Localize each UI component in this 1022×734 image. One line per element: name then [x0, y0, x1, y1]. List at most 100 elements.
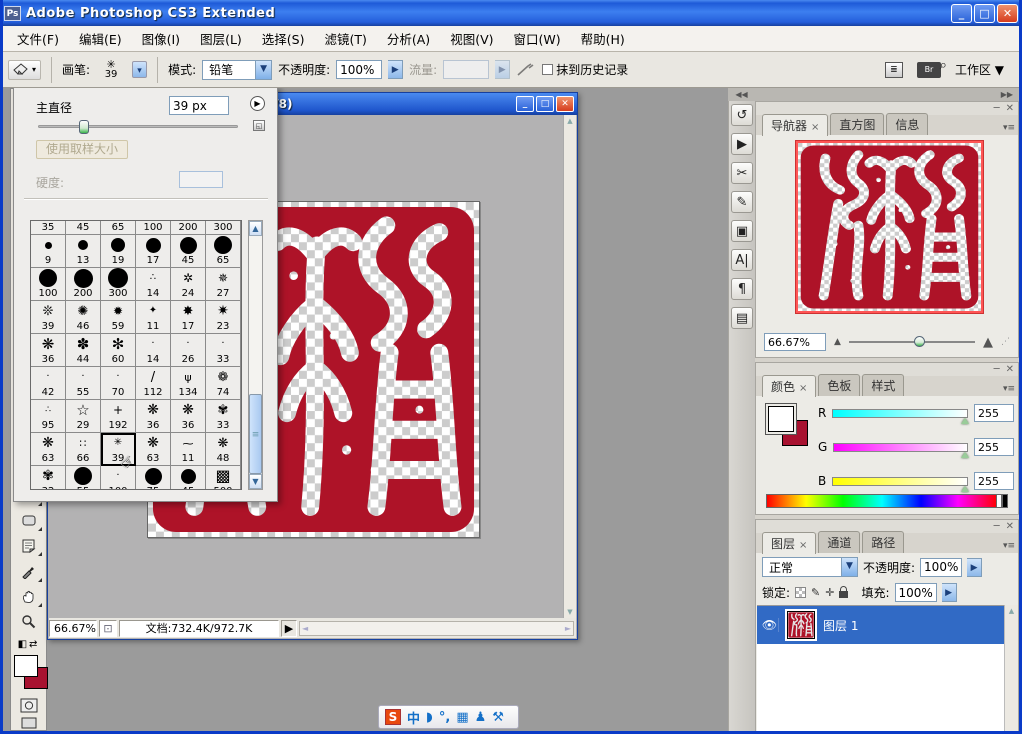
- tab[interactable]: 信息: [886, 113, 928, 135]
- brush-cell[interactable]: 100: [31, 268, 66, 301]
- brush-cell[interactable]: 65: [206, 235, 241, 268]
- document-vertical-scrollbar[interactable]: ▲▼: [563, 115, 576, 618]
- tool-presets-icon[interactable]: ✂: [731, 162, 753, 184]
- tab[interactable]: 样式: [862, 374, 904, 396]
- scroll-down-icon[interactable]: ▼: [567, 608, 572, 616]
- brush-preview-button[interactable]: ✳ 39: [96, 59, 126, 80]
- fill-field[interactable]: 100%: [895, 583, 937, 602]
- menu-item[interactable]: 滤镜(T): [315, 26, 375, 51]
- tab[interactable]: 路径: [862, 531, 904, 553]
- layer-name[interactable]: 图层 1: [823, 617, 858, 634]
- default-swap-colors[interactable]: ◧⇄: [14, 634, 44, 655]
- slider-triangle-icon[interactable]: [961, 486, 969, 492]
- layer-comps-icon[interactable]: ▤: [731, 307, 753, 329]
- brush-cell[interactable]: ·70: [101, 367, 136, 400]
- scroll-up-icon[interactable]: ▲: [1005, 607, 1018, 615]
- layer-row[interactable]: 👁 图层 1: [757, 606, 1004, 644]
- brush-cell[interactable]: 45: [66, 220, 101, 235]
- diameter-slider-thumb[interactable]: [79, 120, 89, 134]
- panel-minimize-icon[interactable]: ─: [994, 103, 1000, 114]
- panel-close-icon[interactable]: ✕: [1006, 103, 1014, 114]
- panel-detach-icon[interactable]: ◱: [253, 120, 265, 131]
- eraser-tool-chip[interactable]: ▾: [8, 60, 41, 80]
- tab[interactable]: 通道: [818, 531, 860, 553]
- character-icon[interactable]: A|: [731, 249, 753, 271]
- green-value-field[interactable]: 255: [974, 438, 1014, 456]
- layers-opacity-field[interactable]: 100%: [920, 558, 962, 577]
- palette-well-icon[interactable]: ≣: [885, 62, 903, 78]
- brush-cell[interactable]: 45: [171, 466, 206, 490]
- brush-cell[interactable]: 45: [171, 235, 206, 268]
- brush-cell[interactable]: ❋63: [136, 433, 171, 466]
- tab-close-icon[interactable]: ×: [799, 383, 807, 394]
- menu-item[interactable]: 视图(V): [441, 26, 502, 51]
- brush-cell[interactable]: ∷66: [66, 433, 101, 466]
- panel-menu-icon[interactable]: ▾≡: [1003, 541, 1015, 551]
- brush-cell[interactable]: ✲24: [171, 268, 206, 301]
- paragraph-icon[interactable]: ¶: [731, 278, 753, 300]
- brush-cell[interactable]: ·42: [31, 367, 66, 400]
- brush-cell[interactable]: 13: [66, 235, 101, 268]
- layer-list-scrollbar[interactable]: ▲▼: [1004, 605, 1018, 734]
- blue-value-field[interactable]: 255: [974, 472, 1014, 490]
- brush-cell[interactable]: ψ134: [171, 367, 206, 400]
- scroll-down-icon[interactable]: ▼: [249, 474, 262, 489]
- zoom-out-icon[interactable]: ▲: [834, 337, 841, 347]
- brush-cell[interactable]: ✸17: [171, 301, 206, 334]
- status-flyout-arrow-icon[interactable]: ▶: [281, 620, 297, 637]
- erase-history-checkbox-row[interactable]: 抹到历史记录: [542, 61, 628, 78]
- brush-cell[interactable]: ☆29: [66, 400, 101, 433]
- blue-slider[interactable]: [832, 477, 968, 486]
- tab[interactable]: 导航器×: [762, 114, 828, 136]
- panel-close-icon[interactable]: ✕: [1006, 521, 1014, 532]
- brush-cell[interactable]: 100: [136, 220, 171, 235]
- brush-cell[interactable]: ▩500: [206, 466, 241, 490]
- opacity-field[interactable]: 100%: [336, 60, 382, 79]
- doc-minimize-button[interactable]: _: [516, 96, 534, 112]
- menu-item[interactable]: 编辑(E): [70, 26, 131, 51]
- sogou-icon[interactable]: S: [385, 709, 401, 725]
- quick-mask-button[interactable]: [14, 694, 44, 716]
- lock-all-icon[interactable]: [839, 591, 848, 598]
- punctuation-icon[interactable]: °,: [439, 710, 450, 725]
- panel-close-icon[interactable]: ✕: [1006, 364, 1014, 375]
- panel-minimize-icon[interactable]: ─: [994, 364, 1000, 375]
- screen-mode-button[interactable]: [14, 717, 44, 730]
- document-horizontal-scrollbar[interactable]: ◄►: [299, 621, 574, 636]
- brush-cell[interactable]: ✦11: [136, 301, 171, 334]
- brush-cell[interactable]: 9: [31, 235, 66, 268]
- brush-cell[interactable]: 17: [136, 235, 171, 268]
- master-diameter-field[interactable]: 39 px: [169, 96, 229, 115]
- brush-cell[interactable]: +192: [101, 400, 136, 433]
- minimize-button[interactable]: _: [951, 4, 972, 23]
- brush-cell[interactable]: ✾32: [31, 466, 66, 490]
- brush-cell[interactable]: ·14: [136, 334, 171, 367]
- brush-grid-scrollbar[interactable]: ▲ ▼: [248, 220, 263, 490]
- menu-item[interactable]: 帮助(H): [572, 26, 634, 51]
- scroll-right-icon[interactable]: ►: [565, 624, 571, 633]
- brush-cell[interactable]: 19: [101, 235, 136, 268]
- navigator-zoom-slider[interactable]: [849, 341, 975, 343]
- fill-arrow-icon[interactable]: ▶: [942, 583, 957, 602]
- brush-cell[interactable]: ❋36: [136, 400, 171, 433]
- brush-cell[interactable]: ✵27: [206, 268, 241, 301]
- green-slider[interactable]: [833, 443, 968, 452]
- brush-cell[interactable]: 75: [136, 466, 171, 490]
- brush-cell[interactable]: ·55: [66, 367, 101, 400]
- brush-cell[interactable]: ❊39: [31, 301, 66, 334]
- navigator-proxy-view[interactable]: [796, 141, 983, 313]
- clone-source-icon[interactable]: ▣: [731, 220, 753, 242]
- zoom-percent-field[interactable]: 66.67%: [49, 620, 97, 637]
- opacity-arrow-icon[interactable]: ▶: [967, 558, 982, 577]
- brush-cell[interactable]: ⁓11: [171, 433, 206, 466]
- brush-cell[interactable]: 300: [101, 268, 136, 301]
- scroll-up-icon[interactable]: ▲: [567, 117, 572, 125]
- brush-cell-selected[interactable]: ✳39☞: [101, 433, 136, 466]
- scroll-up-icon[interactable]: ▲: [249, 221, 262, 236]
- person-icon[interactable]: ♟: [475, 710, 487, 725]
- panel-minimize-icon[interactable]: ─: [994, 521, 1000, 532]
- lock-position-icon[interactable]: ✛: [825, 586, 834, 599]
- color-spectrum-ramp[interactable]: [766, 494, 998, 508]
- foreground-color-swatch[interactable]: [14, 655, 38, 677]
- foreground-color-swatch[interactable]: [768, 406, 794, 432]
